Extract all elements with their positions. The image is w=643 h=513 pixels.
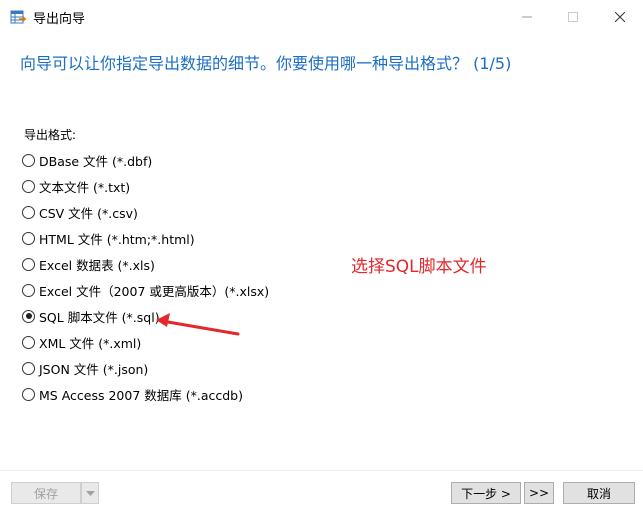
format-option-label: HTML 文件 (*.htm;*.html) [39, 231, 195, 247]
radio-json[interactable] [22, 361, 35, 375]
radio-xlsx[interactable] [22, 283, 35, 297]
radio-sql[interactable] [22, 309, 35, 323]
red-arrow-icon [156, 313, 240, 336]
radio-dbf[interactable] [22, 153, 35, 167]
next-button[interactable]: 下一步 > [451, 482, 521, 504]
save-dropdown-button[interactable] [81, 482, 99, 504]
format-option-label: SQL 脚本文件 (*.sql) [39, 309, 160, 325]
format-option-json[interactable]: JSON 文件 (*.json) [22, 358, 148, 378]
maximize-button[interactable] [550, 0, 596, 32]
format-option-xls[interactable]: Excel 数据表 (*.xls) [22, 254, 155, 274]
minimize-button[interactable] [504, 0, 550, 32]
radio-csv[interactable] [22, 205, 35, 219]
format-option-accdb[interactable]: MS Access 2007 数据库 (*.accdb) [22, 384, 243, 404]
format-option-dbf[interactable]: DBase 文件 (*.dbf) [22, 150, 152, 170]
window-edge [0, 34, 4, 513]
format-option-label: JSON 文件 (*.json) [39, 361, 149, 377]
format-option-label: DBase 文件 (*.dbf) [39, 153, 153, 169]
format-option-label: 文本文件 (*.txt) [39, 179, 131, 195]
export-format-label: 导出格式: [24, 128, 77, 142]
radio-txt[interactable] [22, 179, 35, 193]
maximize-icon [568, 7, 578, 26]
format-option-txt[interactable]: 文本文件 (*.txt) [22, 176, 130, 196]
finish-step-button[interactable]: >> [524, 482, 554, 504]
format-option-html[interactable]: HTML 文件 (*.htm;*.html) [22, 228, 195, 248]
radio-xls[interactable] [22, 257, 35, 271]
format-option-label: CSV 文件 (*.csv) [39, 205, 138, 221]
format-option-xml[interactable]: XML 文件 (*.xml) [22, 332, 141, 352]
format-option-label: XML 文件 (*.xml) [39, 335, 142, 351]
format-option-label: MS Access 2007 数据库 (*.accdb) [39, 387, 243, 403]
chevron-down-icon [85, 486, 95, 500]
format-option-label: Excel 数据表 (*.xls) [39, 257, 155, 273]
radio-xml[interactable] [22, 335, 35, 349]
wizard-heading: 向导可以让你指定导出数据的细节。你要使用哪一种导出格式？ (1/5) [20, 54, 512, 73]
annotation-text: 选择SQL脚本文件 [351, 257, 487, 277]
close-button[interactable] [597, 0, 643, 32]
cancel-button[interactable]: 取消 [563, 482, 635, 504]
radio-accdb[interactable] [22, 387, 35, 401]
format-option-csv[interactable]: CSV 文件 (*.csv) [22, 202, 138, 222]
minimize-icon [522, 7, 532, 26]
window-title: 导出向导 [33, 12, 86, 27]
format-option-xlsx[interactable]: Excel 文件（2007 或更高版本）(*.xlsx) [22, 280, 269, 300]
export-wizard-icon [10, 9, 27, 25]
format-option-label: Excel 文件（2007 或更高版本）(*.xlsx) [39, 283, 270, 299]
radio-html[interactable] [22, 231, 35, 245]
close-icon [614, 7, 626, 26]
title-bar: 导出向导 [0, 0, 643, 34]
save-button[interactable]: 保存 [11, 482, 81, 504]
format-option-sql[interactable]: SQL 脚本文件 (*.sql) [22, 306, 160, 326]
footer-divider [0, 470, 643, 471]
